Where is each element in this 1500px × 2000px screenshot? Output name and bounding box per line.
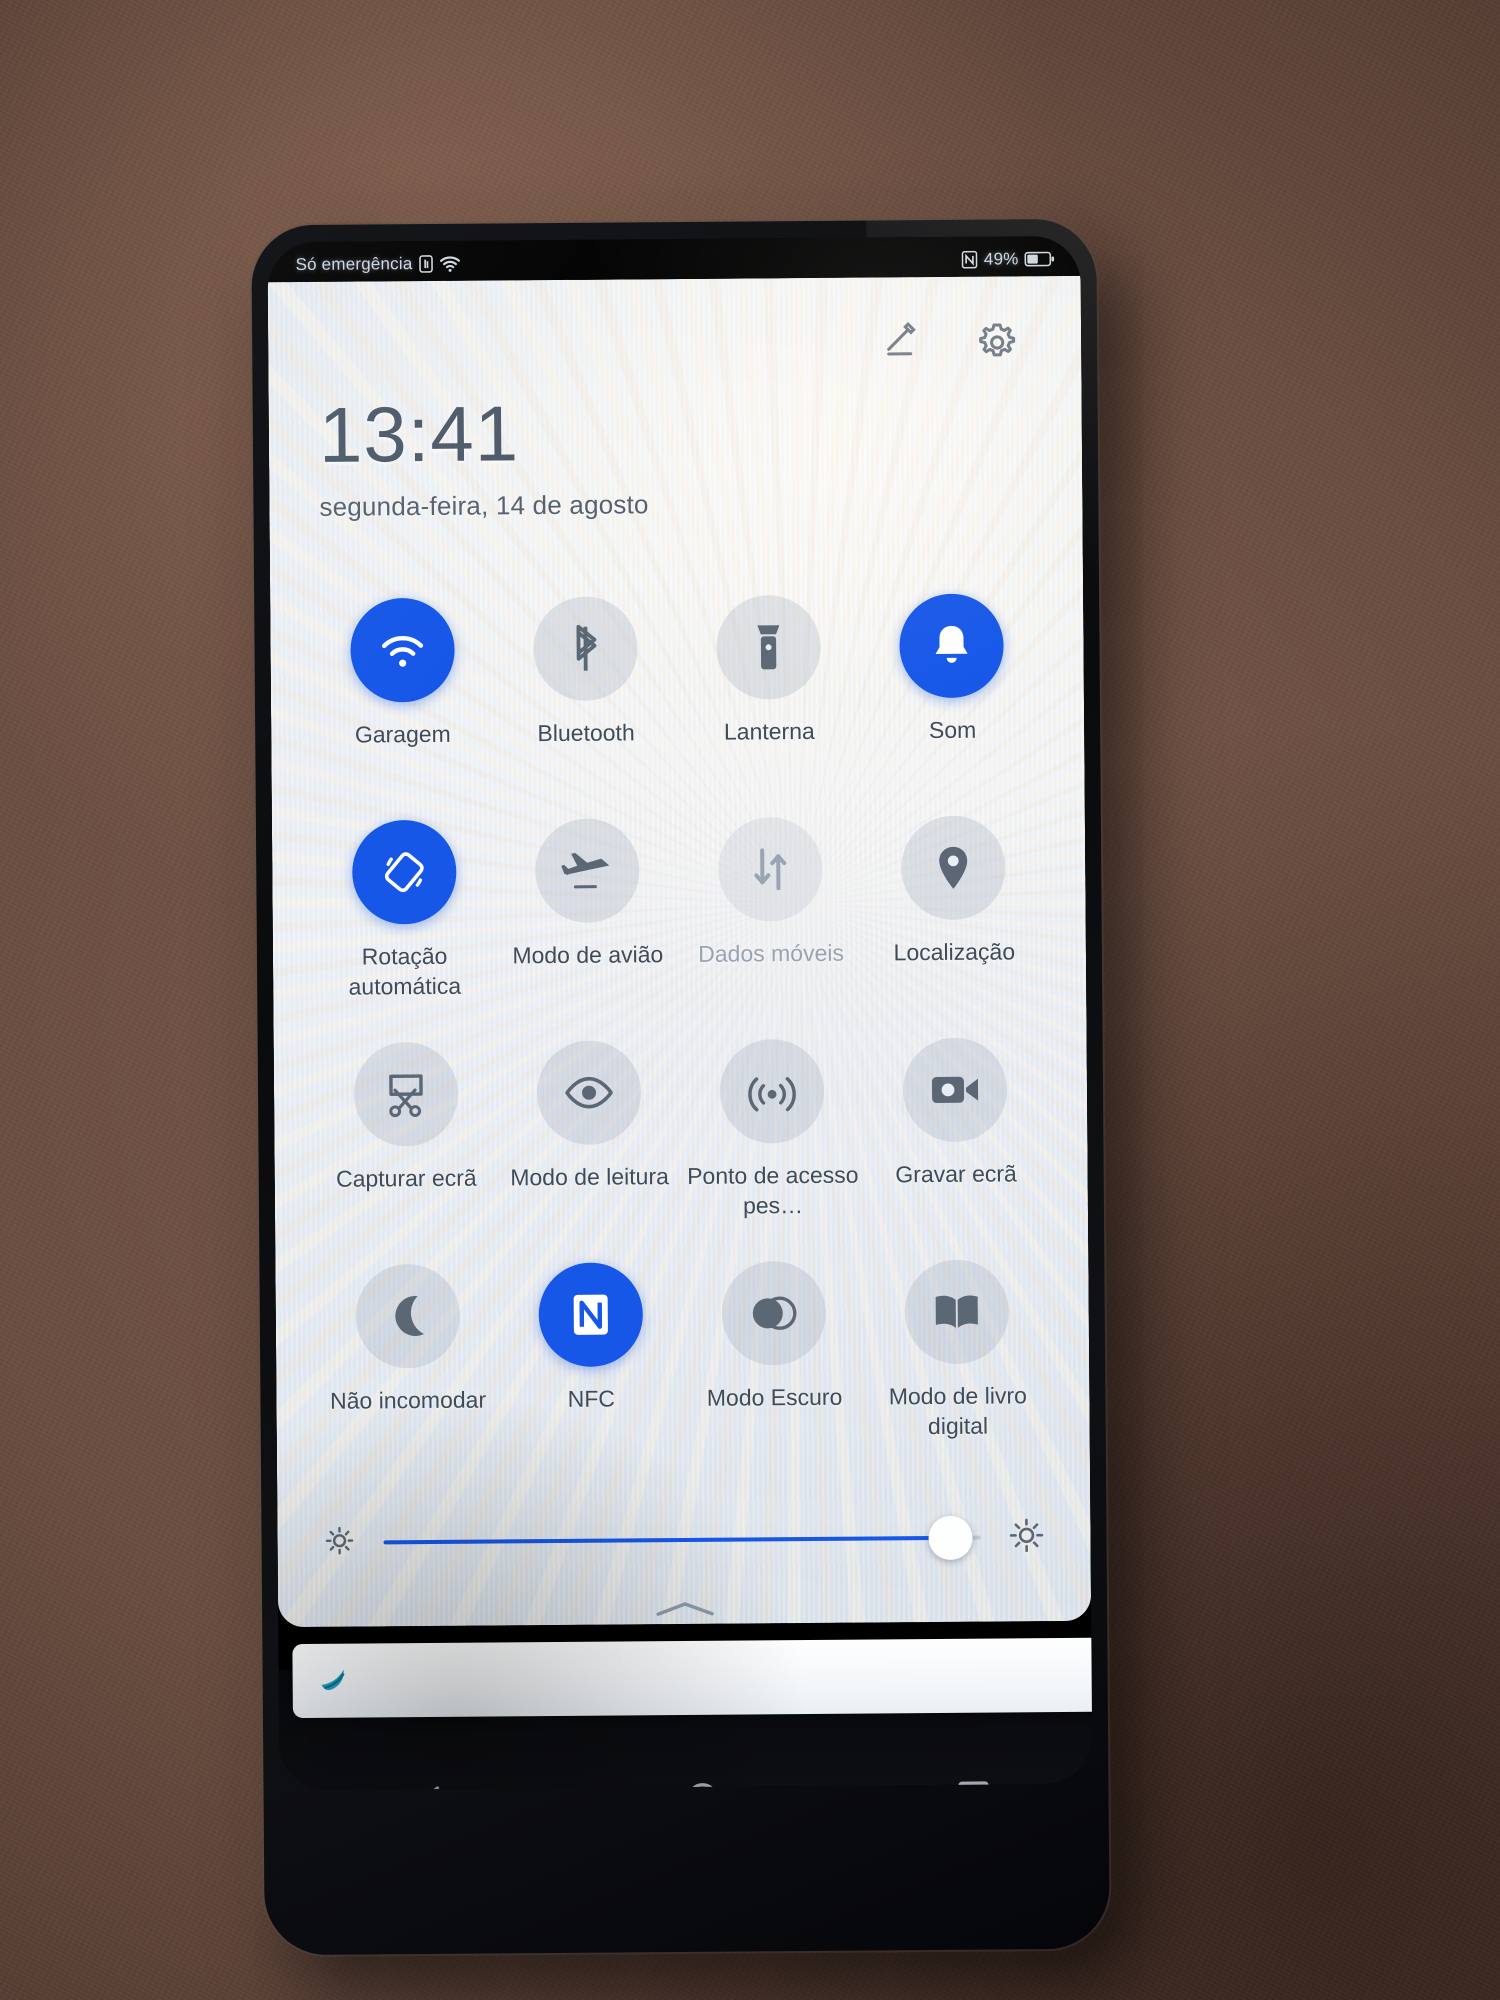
clock-block: 13:41 segunda-feira, 14 de agosto [268,368,1082,523]
quick-toggle-airplane[interactable]: Modo de avião [495,818,680,1015]
hotspot-icon[interactable] [719,1038,825,1144]
quick-toggle-label: Modo Escuro [706,1383,843,1411]
phone-device: Só emergência 49% 13:41 segunda-feira, 1… [251,218,1110,1956]
quick-toggle-location-pin[interactable]: Localização [862,815,1047,1012]
quick-toggle-label: Bluetooth [537,719,635,747]
quick-toggle-label: Modo de avião [512,941,664,969]
home-circle-icon[interactable] [642,1776,762,1791]
auto-rotate-icon[interactable] [351,819,457,925]
clock-date: segunda-feira, 14 de agosto [319,489,649,522]
gear-icon[interactable] [973,318,1021,371]
quick-toggle-label: Rotação automática [348,942,462,1000]
quick-toggle-screen-record[interactable]: Gravar ecrã [863,1037,1048,1234]
quick-toggle-screenshot[interactable]: Capturar ecrã [314,1041,499,1238]
quick-toggle-label: Lanterna [723,717,815,745]
brightness-low-icon [321,1522,357,1563]
quick-toggle-nfc[interactable]: NFC [499,1262,684,1459]
brightness-track[interactable] [383,1515,981,1563]
quick-toggle-label: NFC [567,1385,616,1412]
location-pin-icon[interactable] [901,815,1007,921]
quick-settings-panel: 13:41 segunda-feira, 14 de agosto Garage… [267,275,1092,1628]
screen-record-icon[interactable] [902,1037,1008,1143]
brightness-slider-knob[interactable] [928,1515,973,1561]
sim-signal-icon [418,255,433,273]
mobile-data-icon[interactable] [718,816,823,922]
battery-percent-label: 49% [983,249,1019,269]
chevron-up-icon [652,1598,718,1626]
screenshot-icon[interactable] [353,1041,459,1147]
display-notch [548,238,800,281]
quick-toggle-hotspot[interactable]: Ponto de acesso pes… [680,1038,865,1236]
collapse-handle[interactable] [278,1595,1091,1627]
quick-toggle-eye-comfort[interactable]: Modo de leitura [497,1040,682,1237]
quick-toggle-label: Ponto de acesso pes… [687,1161,859,1219]
brightness-slider-row[interactable] [277,1489,1091,1591]
quick-toggle-bluetooth[interactable]: Bluetooth [493,596,678,793]
quick-toggle-label: Modo de livro digital [888,1382,1027,1440]
dark-mode-icon[interactable] [721,1260,827,1366]
quick-toggle-bell-sound[interactable]: Som [860,593,1045,790]
wifi-icon [439,255,460,272]
quick-toggle-label: Localização [893,938,1016,966]
keyboard-suggestion-strip[interactable] [292,1637,1093,1719]
clock-time: 13:41 [318,389,520,479]
airplane-icon[interactable] [534,818,640,924]
quick-toggle-mobile-data[interactable]: Dados móveis [678,816,863,1014]
quick-toggle-auto-rotate[interactable]: Rotação automática [312,819,497,1016]
brightness-track-fill [383,1535,951,1545]
back-triangle-icon[interactable] [371,1779,491,1791]
e-book-icon[interactable] [904,1259,1010,1365]
pencil-edit-icon[interactable] [875,320,921,371]
quick-toggle-dark-mode[interactable]: Modo Escuro [682,1260,867,1458]
eye-comfort-icon[interactable] [536,1040,642,1146]
phone-screen: Só emergência 49% 13:41 segunda-feira, 1… [267,235,1093,1791]
navigation-bar [295,1736,1092,1791]
flashlight-icon[interactable] [716,594,822,700]
quick-toggle-label: Garagem [354,720,451,748]
carrier-label: Só emergência [295,254,413,274]
nfc-indicator-icon [962,250,978,269]
bell-sound-icon[interactable] [899,593,1005,699]
wifi-icon[interactable] [349,597,455,703]
toggle-grid: Garagem Bluetooth Lanterna Som Rotação autom… [270,593,1090,1461]
quick-toggle-label: Dados móveis [698,939,845,967]
quick-toggle-e-book[interactable]: Modo de livro digital [865,1259,1050,1456]
panel-header [268,276,1082,374]
quick-toggle-flashlight[interactable]: Lanterna [677,594,862,792]
nfc-icon[interactable] [538,1262,644,1368]
quick-toggle-label: Modo de leitura [510,1163,669,1191]
swiftkey-logo-icon [319,1663,353,1698]
quick-toggle-wifi[interactable]: Garagem [310,597,495,794]
recents-square-icon[interactable] [913,1774,1033,1791]
moon-dnd-icon[interactable] [355,1263,460,1369]
quick-toggle-moon-dnd[interactable]: Não incomodar [315,1263,500,1460]
battery-icon [1024,251,1055,267]
quick-toggle-label: Som [928,716,977,744]
quick-toggle-label: Não incomodar [329,1386,487,1414]
brightness-high-icon [1006,1515,1046,1560]
quick-toggle-label: Gravar ecrã [895,1160,1017,1188]
bluetooth-icon[interactable] [533,596,638,702]
quick-toggle-label: Capturar ecrã [335,1164,477,1192]
